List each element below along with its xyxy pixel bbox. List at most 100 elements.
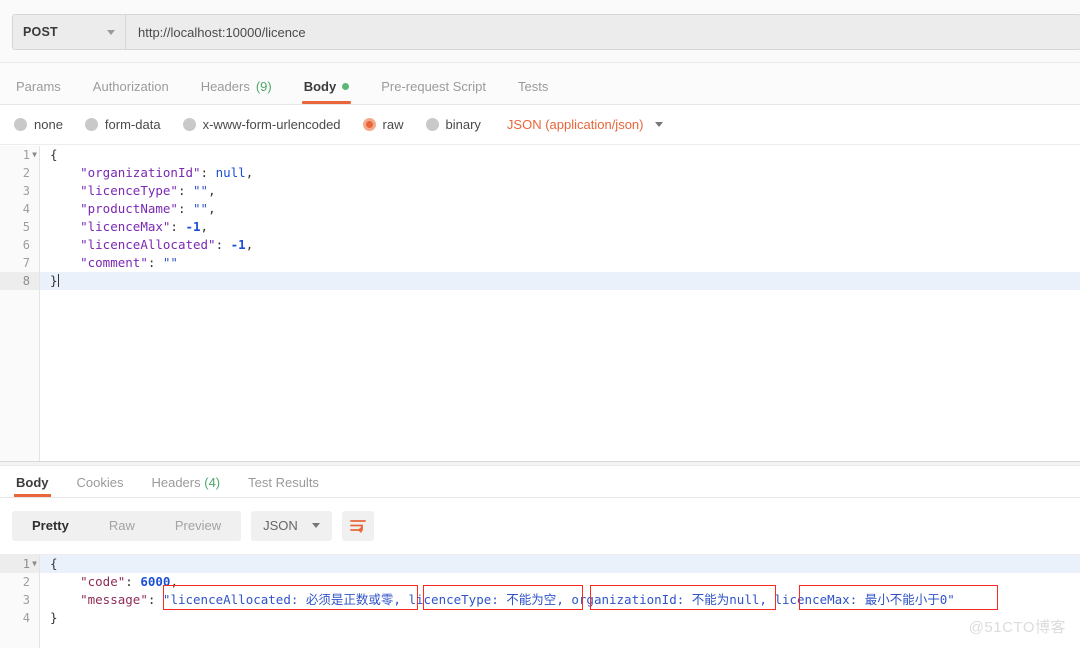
json-tail: ,	[208, 201, 216, 216]
response-tab-test-results[interactable]: Test Results	[234, 476, 333, 497]
content-type-select[interactable]: JSON (application/json)	[507, 117, 664, 132]
line-number: 3	[0, 591, 39, 609]
http-method-select[interactable]: POST	[13, 15, 126, 49]
code-text: }	[50, 273, 58, 288]
json-value: ""	[193, 183, 208, 198]
body-type-none[interactable]: none	[14, 117, 63, 132]
json-tail: ,	[208, 183, 216, 198]
body-type-binary[interactable]: binary	[426, 117, 481, 132]
request-body-editor[interactable]: 1 ▼ 2 3 4 5 6 7 8 { "organizationId": nu…	[0, 146, 1080, 461]
message-sep: ,	[759, 592, 774, 607]
response-view-mode-group: Pretty Raw Preview	[12, 511, 241, 541]
request-editor-gutter: 1 ▼ 2 3 4 5 6 7 8	[0, 146, 40, 461]
code-line: "message": "licenceAllocated: 必须是正数或零, l…	[40, 591, 1080, 609]
line-number: 1 ▼	[0, 146, 39, 164]
response-tab-test-results-label: Test Results	[248, 475, 319, 490]
json-tail: ,	[170, 574, 178, 589]
tab-pre-request-script[interactable]: Pre-request Script	[365, 80, 502, 104]
json-value: ""	[193, 201, 208, 216]
code-line: "licenceType": "",	[40, 182, 1080, 200]
response-tab-cookies[interactable]: Cookies	[63, 476, 138, 497]
code-text: {	[50, 556, 58, 571]
tab-tests[interactable]: Tests	[502, 80, 564, 104]
tab-body-label: Body	[304, 80, 337, 93]
text-cursor	[58, 274, 59, 287]
line-number: 5	[0, 218, 39, 236]
response-format-select[interactable]: JSON	[251, 511, 332, 541]
json-sep: :	[178, 183, 193, 198]
request-tab-bar: Params Authorization Headers (9) Body Pr…	[0, 63, 1080, 105]
body-type-row: none form-data x-www-form-urlencoded raw…	[0, 105, 1080, 145]
code-line: "code": 6000,	[40, 573, 1080, 591]
response-tab-cookies-label: Cookies	[77, 475, 124, 490]
json-value: null	[216, 165, 246, 180]
line-number: 4	[0, 200, 39, 218]
json-key: "licenceAllocated"	[80, 237, 215, 252]
json-tail: ,	[246, 165, 254, 180]
code-line: }	[40, 609, 1080, 627]
code-text: {	[50, 147, 58, 162]
request-url-bar-area: POST http://localhost:10000/licence	[0, 0, 1080, 63]
line-number-text: 1	[23, 557, 30, 571]
request-url-input[interactable]: http://localhost:10000/licence	[126, 15, 1080, 49]
body-type-raw[interactable]: raw	[363, 117, 404, 132]
request-editor-code[interactable]: { "organizationId": null, "licenceType":…	[40, 146, 1080, 461]
tab-headers[interactable]: Headers (9)	[185, 80, 288, 104]
chevron-down-icon	[107, 30, 115, 35]
radio-icon	[14, 118, 27, 131]
json-tail: ,	[201, 219, 209, 234]
message-segment-licence-type: licenceType: 不能为空	[408, 592, 556, 607]
line-number: 2	[0, 573, 39, 591]
line-number: 7	[0, 254, 39, 272]
tab-pre-request-script-label: Pre-request Script	[381, 80, 486, 93]
json-key: "licenceMax"	[80, 219, 170, 234]
response-editor-gutter: 1 ▼ 2 3 4	[0, 555, 40, 648]
view-mode-preview[interactable]: Preview	[155, 511, 241, 541]
message-sep: ,	[393, 592, 408, 607]
code-line: {	[40, 146, 1080, 164]
json-key: "message"	[80, 592, 148, 607]
view-mode-raw[interactable]: Raw	[89, 511, 155, 541]
json-sep: :	[170, 219, 185, 234]
response-tab-headers[interactable]: Headers (4)	[137, 476, 234, 497]
json-tail: ,	[246, 237, 254, 252]
response-tab-body-label: Body	[16, 475, 49, 490]
fold-caret-icon[interactable]: ▼	[32, 555, 37, 573]
view-mode-pretty[interactable]: Pretty	[12, 511, 89, 541]
response-tab-bar: Body Cookies Headers (4) Test Results	[0, 466, 1080, 498]
response-editor-code[interactable]: { "code": 6000, "message": "licenceAlloc…	[40, 555, 1080, 648]
code-line: "productName": "",	[40, 200, 1080, 218]
fold-caret-icon[interactable]: ▼	[32, 146, 37, 164]
response-tab-body[interactable]: Body	[2, 476, 63, 497]
body-type-none-label: none	[34, 117, 63, 132]
response-format-label: JSON	[263, 518, 298, 533]
radio-selected-icon	[363, 118, 376, 131]
watermark: @51CTO博客	[969, 616, 1066, 637]
tab-tests-label: Tests	[518, 80, 548, 93]
line-number: 8	[0, 272, 39, 290]
tab-body[interactable]: Body	[288, 80, 366, 104]
tab-params-label: Params	[16, 80, 61, 93]
json-value: 6000	[140, 574, 170, 589]
json-key: "organizationId"	[80, 165, 200, 180]
response-tab-headers-label: Headers	[151, 475, 200, 490]
code-text: }	[50, 610, 58, 625]
beautify-icon	[349, 518, 367, 534]
json-sep: :	[125, 574, 140, 589]
request-url-bar: POST http://localhost:10000/licence	[12, 14, 1080, 50]
tab-authorization[interactable]: Authorization	[77, 80, 185, 104]
json-value: -1	[185, 219, 200, 234]
json-value: ""	[163, 255, 178, 270]
response-body-editor[interactable]: 1 ▼ 2 3 4 { "code": 6000, "message": "li…	[0, 554, 1080, 648]
http-method-label: POST	[23, 25, 107, 39]
body-type-form-data[interactable]: form-data	[85, 117, 161, 132]
radio-icon	[85, 118, 98, 131]
code-line: }	[40, 272, 1080, 290]
line-number: 1 ▼	[0, 555, 39, 573]
beautify-button[interactable]	[342, 511, 374, 541]
chevron-down-icon	[655, 122, 663, 127]
json-key: "comment"	[80, 255, 148, 270]
body-type-urlencoded[interactable]: x-www-form-urlencoded	[183, 117, 341, 132]
line-number: 2	[0, 164, 39, 182]
tab-params[interactable]: Params	[0, 80, 77, 104]
